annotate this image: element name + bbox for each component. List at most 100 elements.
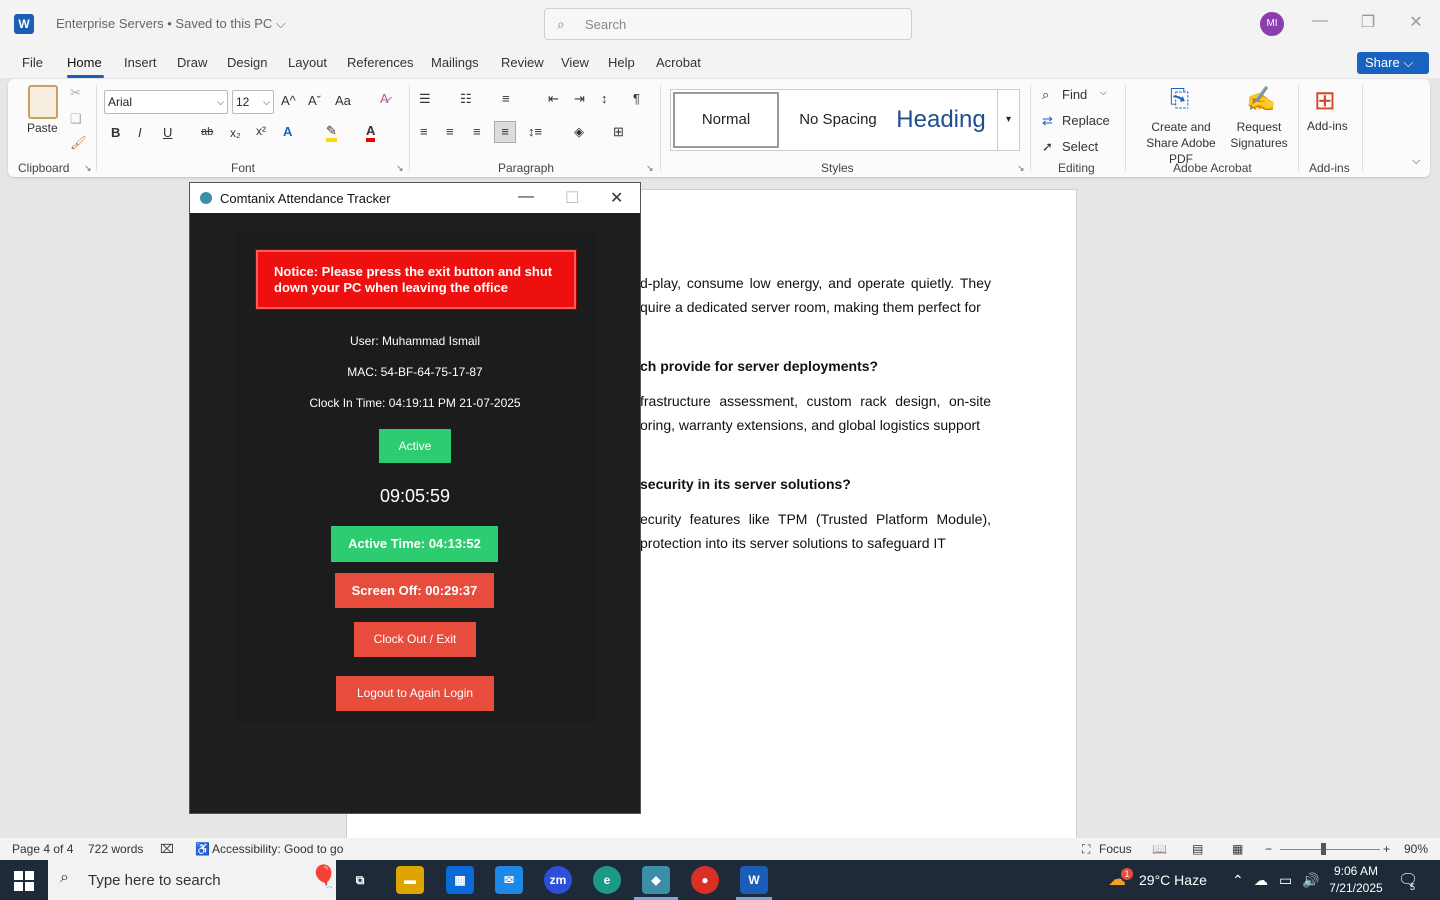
system-clock[interactable]: 9:06 AM 7/21/2025	[1326, 863, 1386, 897]
maximize-icon[interactable]: ❐	[1356, 12, 1380, 32]
bullets-icon[interactable]: ☰	[419, 91, 431, 107]
grow-font-icon[interactable]: A^	[281, 93, 296, 108]
bold-button[interactable]: B	[111, 125, 120, 140]
addins-button[interactable]: Add-ins	[1307, 119, 1348, 133]
replace-button[interactable]: Replace	[1062, 113, 1110, 128]
zoom-slider-handle[interactable]	[1321, 843, 1326, 855]
tab-insert[interactable]: Insert	[124, 55, 157, 70]
dialog-launcher-icon[interactable]: ↘	[84, 163, 92, 174]
shading-icon[interactable]: ◈	[574, 124, 584, 140]
document-title[interactable]: Enterprise Servers • Saved to this PC ⌵	[56, 16, 286, 32]
tab-mailings[interactable]: Mailings	[431, 55, 479, 70]
weather-text[interactable]: 29°C Haze	[1139, 872, 1207, 888]
create-share-pdf-button[interactable]: Create and Share Adobe PDF	[1134, 119, 1228, 167]
tab-acrobat[interactable]: Acrobat	[656, 55, 701, 70]
dialog-launcher-icon[interactable]: ↘	[646, 163, 654, 174]
align-center-icon[interactable]: ≡	[446, 124, 454, 139]
task-view-icon[interactable]: ⧉	[346, 866, 374, 894]
text-effects-icon[interactable]: A	[283, 124, 292, 139]
show-marks-icon[interactable]: ¶	[633, 91, 640, 106]
tab-help[interactable]: Help	[608, 55, 635, 70]
shrink-font-icon[interactable]: Aˇ	[308, 93, 321, 108]
chevron-down-icon[interactable]: ⌵	[1100, 87, 1107, 98]
decrease-indent-icon[interactable]: ⇤	[548, 91, 559, 107]
copy-icon[interactable]: ❏	[70, 111, 82, 127]
microsoft-store-icon[interactable]: ▦	[446, 866, 474, 894]
chevron-up-icon[interactable]: ⌃	[1232, 872, 1244, 889]
notification-icon[interactable]: 🗨	[1398, 870, 1418, 890]
subscript-button[interactable]: x₂	[230, 126, 241, 140]
word-taskbar-icon[interactable]: W	[740, 866, 768, 894]
change-case-icon[interactable]: Aa	[335, 93, 351, 108]
web-layout-icon[interactable]: ▦	[1232, 842, 1243, 856]
italic-button[interactable]: I	[138, 125, 142, 140]
tab-home[interactable]: Home	[67, 55, 102, 70]
word-count[interactable]: 722 words	[88, 842, 143, 856]
zoom-in-icon[interactable]: +	[1383, 842, 1390, 856]
print-layout-icon[interactable]: ▤	[1192, 842, 1203, 856]
edge-browser-icon[interactable]: e	[593, 866, 621, 894]
collapse-ribbon-icon[interactable]: ⌵	[1412, 155, 1420, 168]
read-mode-icon[interactable]: 📖	[1152, 842, 1167, 856]
cut-icon[interactable]: ✂	[70, 85, 81, 101]
tab-review[interactable]: Review	[501, 55, 544, 70]
search-input[interactable]: ⌕ Search	[544, 8, 912, 40]
tab-design[interactable]: Design	[227, 55, 267, 70]
clock-out-button[interactable]: Clock Out / Exit	[354, 622, 476, 657]
align-right-icon[interactable]: ≡	[473, 124, 481, 139]
tab-layout[interactable]: Layout	[288, 55, 327, 70]
attendance-tracker-taskbar-icon[interactable]: ◆	[642, 866, 670, 894]
clear-formatting-icon[interactable]: A̷	[380, 91, 389, 106]
page-count[interactable]: Page 4 of 4	[12, 842, 73, 856]
file-explorer-icon[interactable]: ▬	[396, 866, 424, 894]
close-icon[interactable]: ✕	[1404, 12, 1428, 32]
zoom-level[interactable]: 90%	[1404, 842, 1428, 856]
align-left-icon[interactable]: ≡	[420, 124, 428, 139]
paste-button[interactable]: Paste	[27, 121, 58, 135]
zoom-out-icon[interactable]: −	[1265, 842, 1272, 856]
styles-more-icon[interactable]: ▾	[997, 90, 1019, 150]
line-spacing-icon[interactable]: ↕≡	[528, 124, 542, 139]
justify-icon[interactable]: ≡	[494, 121, 516, 143]
minimize-icon[interactable]: —	[518, 188, 534, 206]
sort-icon[interactable]: ↕	[601, 91, 608, 106]
multilevel-list-icon[interactable]: ≡	[502, 91, 510, 106]
create-pdf-icon[interactable]: ⎘	[1170, 85, 1189, 113]
addins-icon[interactable]: ⊞	[1314, 85, 1336, 116]
focus-button[interactable]: Focus	[1099, 842, 1132, 856]
format-painter-icon[interactable]: 🖌	[70, 135, 87, 151]
superscript-button[interactable]: x²	[256, 124, 266, 138]
font-color-icon[interactable]: A	[366, 124, 376, 142]
mail-icon[interactable]: ✉	[495, 866, 523, 894]
accessibility-status[interactable]: Accessibility: Good to go	[212, 842, 343, 856]
onedrive-icon[interactable]: ☁	[1254, 872, 1268, 889]
request-signatures-button[interactable]: Request Signatures	[1230, 119, 1288, 151]
avatar[interactable]: MI	[1260, 12, 1284, 36]
logout-button[interactable]: Logout to Again Login	[336, 676, 494, 711]
chrome-icon[interactable]: ●	[691, 866, 719, 894]
paste-icon[interactable]	[28, 85, 58, 119]
increase-indent-icon[interactable]: ⇥	[574, 91, 585, 107]
find-button[interactable]: Find	[1062, 87, 1087, 102]
dialog-launcher-icon[interactable]: ↘	[1017, 163, 1025, 174]
strikethrough-button[interactable]: ab	[201, 126, 213, 138]
proofing-icon[interactable]: ⌧	[160, 842, 174, 856]
select-button[interactable]: Select	[1062, 139, 1098, 154]
numbering-icon[interactable]: ☷	[460, 91, 472, 107]
style-normal[interactable]: Normal	[673, 92, 779, 148]
minimize-icon[interactable]: —	[1308, 12, 1332, 30]
zoom-slider[interactable]	[1280, 849, 1380, 850]
underline-button[interactable]: U	[163, 125, 172, 140]
share-button[interactable]: Share ⌵	[1357, 52, 1429, 74]
tab-file[interactable]: File	[22, 55, 43, 70]
zoom-app-icon[interactable]: zm	[544, 866, 572, 894]
tab-references[interactable]: References	[347, 55, 413, 70]
borders-icon[interactable]: ⊞	[613, 124, 624, 140]
network-icon[interactable]: ▭	[1279, 872, 1292, 889]
font-size-field[interactable]: 12 ⌵	[232, 90, 274, 114]
font-name-field[interactable]: Arial ⌵	[104, 90, 228, 114]
taskbar-search[interactable]: ⌕ Type here to search 🎈	[48, 860, 337, 900]
windows-start-icon[interactable]	[14, 871, 34, 891]
close-icon[interactable]: ✕	[610, 188, 623, 208]
dialog-launcher-icon[interactable]: ↘	[396, 163, 404, 174]
